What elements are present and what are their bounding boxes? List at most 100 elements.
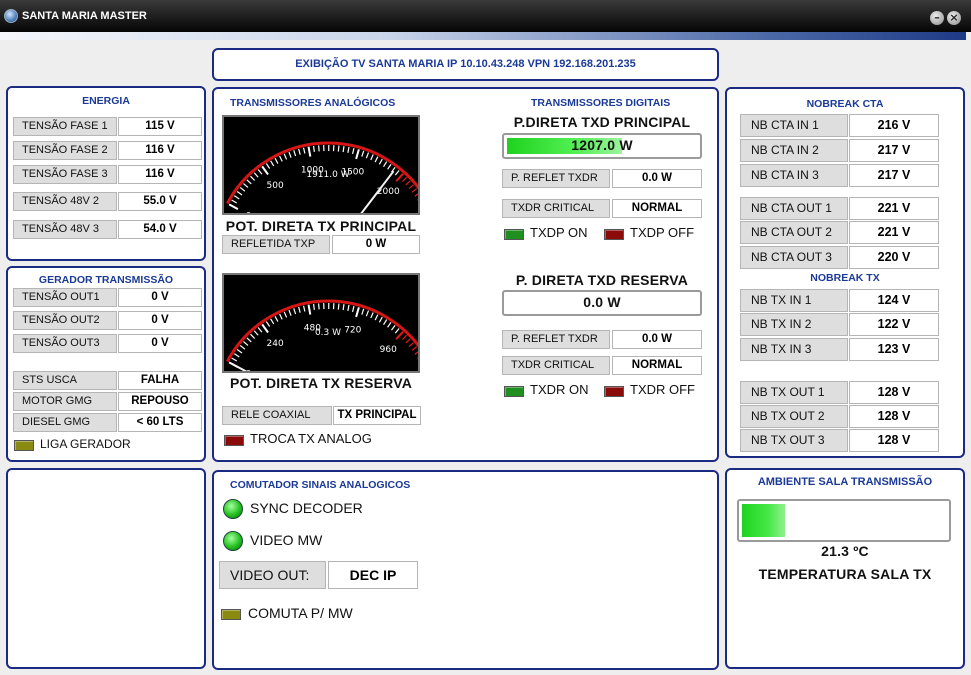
nobreak-cta-title: NOBREAK CTA [806,98,884,110]
energia-value: 116 V [118,141,202,160]
nobreak-tx-value: 124 V [849,289,939,312]
refletida-value: 0 W [332,235,420,254]
gauge-tick [405,338,411,344]
gauge-tick [270,318,275,325]
energia-title: ENERGIA [82,95,130,107]
gauge-tick [365,152,370,159]
gauge-tick [293,150,297,157]
liga-gerador-led[interactable] [14,440,34,451]
energia-value: 116 V [118,165,202,184]
minimize-icon[interactable]: – [930,11,944,25]
gerador-value: < 60 LTS [118,413,202,432]
gauge-tick [408,342,414,348]
comutador-panel: COMUTADOR SINAIS ANALOGICOS SYNC DECODER… [212,470,719,670]
gauge-tx-principal-dial: 050010001500200025001911.0 W [226,141,436,230]
txd-principal-title: P.DIRETA TXD PRINCIPAL [513,114,691,130]
gauge-tick [374,156,379,163]
gauge-tick [351,305,355,313]
nobreak-cta-value: 217 V [849,164,939,187]
gauge-tick-label: 960 [380,345,397,355]
gauge-readout: 1911.0 W [306,170,349,180]
txdp-on-led[interactable] [504,229,524,240]
nobreak-cta-label: NB CTA IN 2 [740,139,848,162]
energia-label: TENSÃO FASE 1 [13,117,117,136]
gerador-value: 0 V [118,311,202,330]
gauge-tick [395,331,404,340]
gauge-tick [365,310,370,317]
txdr-off-led[interactable] [604,386,624,397]
txdr-on-led[interactable] [504,386,524,397]
gauge-readout: 0.3 W [315,328,341,338]
energia-label: TENSÃO FASE 3 [13,165,117,184]
gauge-tick [228,203,239,210]
comuta-mw-led[interactable] [221,609,241,620]
gauge-tick [361,308,365,315]
nobreak-tx-label: NB TX IN 2 [740,313,848,336]
txdp-off-led[interactable] [604,229,624,240]
txd-principal-bar: 1207.0 W [502,133,702,159]
gauge-tick [318,303,320,310]
gauge-tick [361,150,365,157]
nobreak-cta-value: 221 V [849,197,939,220]
nobreak-tx-value: 123 V [849,338,939,361]
temperature-value: 21.3 ºC [821,543,869,559]
gauge-tick [257,169,263,175]
rele-coaxial-value: TX PRINCIPAL [333,406,421,425]
gauge-tick [293,308,297,315]
gauge-tick [246,179,252,185]
gauge-tick [417,196,423,201]
comuta-mw-label: COMUTA P/ MW [248,605,353,621]
empty-panel [6,468,206,669]
nobreak-tx-label: NB TX OUT 3 [740,429,848,452]
temperature-label: TEMPERATURA SALA TX [758,566,932,582]
txd-reserva-reflet-label: P. REFLET TXDR [502,330,610,349]
nobreak-cta-label: NB CTA OUT 3 [740,246,848,269]
gauge-tick [257,327,263,333]
gerador-label: MOTOR GMG [13,392,117,411]
gauge-tx-principal: 050010001500200025001911.0 W [222,115,436,230]
nobreak-cta-value: 217 V [849,139,939,162]
gauge-tick [233,195,240,200]
sync-decoder-led[interactable] [223,499,243,519]
nobreak-tx-value: 128 V [849,381,939,404]
gerador-value: FALHA [118,371,202,390]
gauge-tick [270,160,275,167]
energia-panel: ENERGIA TENSÃO FASE 1 115 V TENSÃO FASE … [6,86,206,261]
video-mw-led[interactable] [223,531,243,551]
troca-tx-analog-led[interactable] [224,435,244,446]
txdr-off-label: TXDR OFF [630,382,695,397]
gerador-value: 0 V [118,334,202,353]
gauge-tick [342,304,345,311]
nobreak-cta-label: NB CTA IN 3 [740,164,848,187]
gerador-label: TENSÃO OUT1 [13,288,117,307]
ambiente-title: AMBIENTE SALA TRANSMISSÃO [757,476,933,488]
gauge-tick [231,357,238,362]
gauge-tick [387,322,392,328]
gauge-tick-label: 240 [267,339,284,349]
nobreak-cta-label: NB CTA OUT 2 [740,221,848,244]
gauge-tick [250,175,256,181]
gauge-tick [246,337,252,343]
gauge-tick [236,190,243,196]
txd-principal-critical-label: TXDR CRITICAL [502,199,610,218]
gauge-tick [312,145,315,152]
gauge-tick [279,155,283,162]
nobreak-tx-value: 128 V [849,429,939,452]
app-logo-icon [4,9,18,23]
gauge-tick [347,304,350,311]
gauge-tick [347,146,350,153]
gauge-tick [298,148,301,155]
gauge-tick [402,176,408,182]
txd-principal-critical-value: NORMAL [612,199,702,218]
close-icon[interactable]: × [947,11,961,25]
gauge-tick [274,158,279,164]
energia-label: TENSÃO FASE 2 [13,141,117,160]
window-title: SANTA MARIA MASTER [22,10,147,22]
gauge-tick [402,334,408,340]
gauge-tick [318,145,320,152]
nobreak-tx-label: NB TX OUT 2 [740,405,848,428]
gauge-tick [395,173,404,182]
gauge-tick [261,323,269,334]
nobreak-tx-value: 128 V [849,405,939,428]
energia-label: TENSÃO 48V 2 [13,192,117,211]
